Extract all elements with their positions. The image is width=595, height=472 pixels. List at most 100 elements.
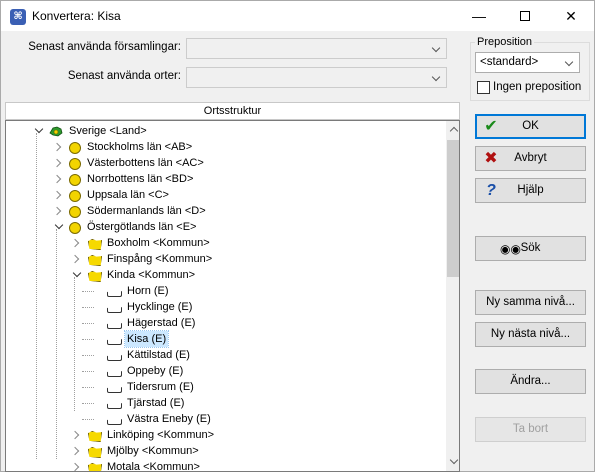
tree-row-label[interactable]: Tidersrum (E) (125, 379, 196, 395)
scroll-down-icon[interactable] (446, 454, 459, 471)
tree-connector (82, 387, 94, 388)
tree-row-label[interactable]: Västerbottens län <AC> (85, 155, 206, 171)
tree-row[interactable]: Finspång <Kommun> (6, 251, 444, 267)
parish-icon (106, 315, 122, 331)
forsamlingar-combo[interactable] (186, 38, 447, 59)
place-tree[interactable]: Sverige <Land> Stockholms län <AB> Västerb… (5, 120, 460, 472)
ta-bort-button[interactable]: Ta bort (475, 417, 586, 442)
minimize-button[interactable]: — (456, 1, 502, 31)
tree-row[interactable]: Linköping <Kommun> (6, 427, 444, 443)
municipality-icon (86, 459, 102, 471)
tree-row[interactable]: Boxholm <Kommun> (6, 235, 444, 251)
tree-row-label[interactable]: Uppsala län <C> (85, 187, 171, 203)
tree-row[interactable]: Hägerstad (E) (6, 315, 444, 331)
tree-row[interactable]: Stockholms län <AB> (6, 139, 444, 155)
municipality-icon (86, 267, 102, 283)
tree-row-label[interactable]: Horn (E) (125, 283, 171, 299)
county-icon (66, 187, 82, 203)
tree-row[interactable]: Tidersrum (E) (6, 379, 444, 395)
municipality-icon (86, 443, 102, 459)
tree-row-label[interactable]: Östergötlands län <E> (85, 219, 198, 235)
tree-row[interactable]: Kinda <Kommun> (6, 267, 444, 283)
tree-row[interactable]: Västerbottens län <AC> (6, 155, 444, 171)
checkmark-icon: ✔ (484, 118, 498, 135)
tree-guide-line (56, 229, 57, 459)
tree-row-label[interactable]: Linköping <Kommun> (105, 427, 216, 443)
window-title: Konvertera: Kisa (32, 9, 121, 23)
tree-scrollbar[interactable] (446, 121, 459, 471)
collapsed-chevron-icon[interactable] (72, 251, 82, 267)
andra-button[interactable]: Ändra... (475, 369, 586, 394)
help-icon: ? (486, 182, 496, 199)
collapsed-chevron-icon[interactable] (54, 203, 64, 219)
tree-row-label[interactable]: Motala <Kommun> (105, 459, 202, 471)
tree-row-label[interactable]: Västra Eneby (E) (125, 411, 213, 427)
collapsed-chevron-icon[interactable] (72, 443, 82, 459)
tree-row-label[interactable]: Sverige <Land> (67, 123, 149, 139)
tree-row-label[interactable]: Finspång <Kommun> (105, 251, 214, 267)
tree-row-label[interactable]: Kisa (E) (123, 330, 170, 348)
collapsed-chevron-icon[interactable] (54, 171, 64, 187)
tree-row[interactable]: Kisa (E) (6, 330, 444, 348)
collapsed-chevron-icon[interactable] (72, 235, 82, 251)
preposition-group-label: Preposition (475, 36, 535, 48)
tree-connector (82, 323, 94, 324)
close-button[interactable]: ✕ (548, 1, 594, 31)
tree-row[interactable]: Hycklinge (E) (6, 299, 444, 315)
tree-row[interactable]: Mjölby <Kommun> (6, 443, 444, 459)
tree-row[interactable]: Uppsala län <C> (6, 187, 444, 203)
tree-row-label[interactable]: Hägerstad (E) (125, 315, 197, 331)
preposition-select[interactable]: <standard> (475, 52, 580, 73)
tree-row[interactable]: Kättilstad (E) (6, 347, 444, 363)
collapsed-chevron-icon[interactable] (54, 155, 64, 171)
tree-row[interactable]: Östergötlands län <E> (6, 219, 444, 235)
tree-row[interactable]: Motala <Kommun> (6, 459, 444, 471)
tree-row-label[interactable]: Kinda <Kommun> (105, 267, 197, 283)
orter-label: Senast använda orter: (67, 70, 181, 82)
tree-connector (82, 291, 94, 292)
tree-row-label[interactable]: Stockholms län <AB> (85, 139, 194, 155)
tree-row[interactable]: Södermanlands län <D> (6, 203, 444, 219)
tree-row[interactable]: Västra Eneby (E) (6, 411, 444, 427)
tree-row-label[interactable]: Kättilstad (E) (125, 347, 192, 363)
tree-row-label[interactable]: Boxholm <Kommun> (105, 235, 212, 251)
tree-connector (82, 419, 94, 420)
ny-samma-niva-button[interactable]: Ny samma nivå... (475, 290, 586, 315)
collapsed-chevron-icon[interactable] (54, 187, 64, 203)
scroll-up-icon[interactable] (446, 121, 459, 138)
tree-row[interactable]: Sverige <Land> (6, 123, 444, 139)
ny-nasta-niva-button[interactable]: Ny nästa nivå... (475, 322, 586, 347)
ny-samma-label: Ny samma nivå... (486, 296, 575, 308)
tree-row[interactable]: Norrbottens län <BD> (6, 171, 444, 187)
tree-guide-line (74, 277, 75, 411)
maximize-button[interactable] (502, 1, 548, 31)
maximize-icon (520, 11, 530, 21)
tree-row-label[interactable]: Oppeby (E) (125, 363, 185, 379)
tree-row[interactable]: Horn (E) (6, 283, 444, 299)
collapsed-chevron-icon[interactable] (72, 427, 82, 443)
tree-connector (82, 403, 94, 404)
tree-row-label[interactable]: Hycklinge (E) (125, 299, 194, 315)
ingen-preposition-label: Ingen preposition (493, 81, 582, 93)
tree-row[interactable]: Oppeby (E) (6, 363, 444, 379)
tree-row[interactable]: Tjärstad (E) (6, 395, 444, 411)
collapsed-chevron-icon[interactable] (72, 459, 82, 471)
ok-button[interactable]: ✔ OK (475, 114, 586, 139)
tree-connector (82, 371, 94, 372)
collapsed-chevron-icon[interactable] (54, 139, 64, 155)
preposition-selected: <standard> (480, 56, 539, 68)
ingen-preposition-checkbox[interactable] (477, 81, 490, 94)
county-icon (66, 219, 82, 235)
avbryt-label: Avbryt (514, 152, 547, 164)
hjalp-button[interactable]: ? Hjälp (475, 178, 586, 203)
sok-button[interactable]: ◉◉ Sök (475, 236, 586, 261)
avbryt-button[interactable]: ✖ Avbryt (475, 146, 586, 171)
scroll-thumb[interactable] (447, 140, 459, 277)
dialog-window: ⌘ Konvertera: Kisa — ✕ Senast använda fö… (0, 0, 595, 472)
orter-combo[interactable] (186, 67, 447, 88)
tree-row-label[interactable]: Södermanlands län <D> (85, 203, 208, 219)
tree-row-label[interactable]: Norrbottens län <BD> (85, 171, 195, 187)
andra-label: Ändra... (510, 375, 551, 387)
tree-row-label[interactable]: Mjölby <Kommun> (105, 443, 201, 459)
tree-row-label[interactable]: Tjärstad (E) (125, 395, 186, 411)
